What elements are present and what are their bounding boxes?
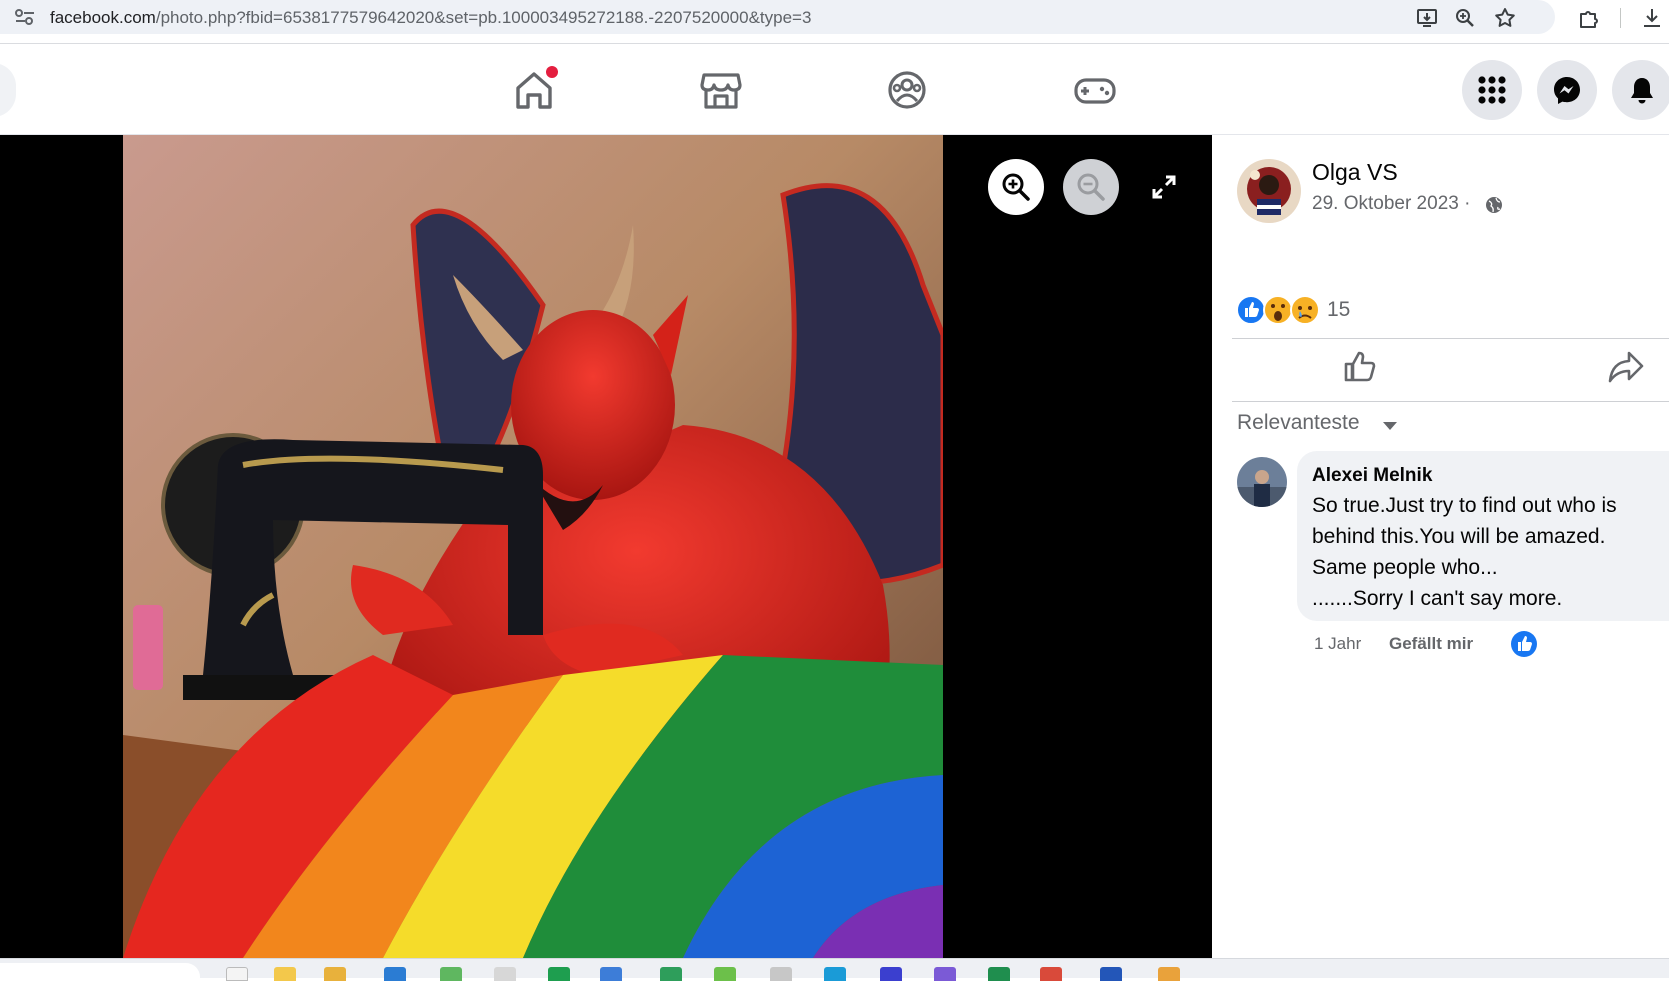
grid-menu-icon (1478, 76, 1506, 104)
comment-text: So true.Just try to find out who is behi… (1312, 490, 1657, 614)
reaction-count[interactable]: 15 (1327, 298, 1350, 322)
install-app-icon[interactable] (1415, 6, 1439, 30)
bell-icon (1631, 78, 1653, 104)
zoom-icon[interactable] (1453, 6, 1477, 30)
taskbar-app-icon[interactable] (600, 967, 622, 981)
taskbar-app-icon[interactable] (660, 967, 682, 981)
taskbar-app-icon[interactable] (988, 967, 1010, 981)
reaction-icons[interactable] (1234, 293, 1324, 327)
commenter-avatar[interactable] (1237, 457, 1287, 507)
divider (1232, 338, 1669, 339)
marketplace-tab-icon[interactable] (696, 65, 746, 115)
caret-down-icon[interactable] (1382, 420, 1398, 432)
taskbar-app-icon[interactable] (1100, 967, 1122, 981)
taskbar-app-icon[interactable] (714, 967, 736, 981)
taskbar-app-icon[interactable] (494, 967, 516, 981)
comment-line: behind this.You will be amazed. (1312, 525, 1606, 548)
post-author-name[interactable]: Olga VS (1312, 159, 1398, 186)
gaming-tab-icon[interactable] (1070, 65, 1120, 115)
facebook-top-nav (0, 45, 1669, 135)
taskbar-app-icon[interactable] (384, 967, 406, 981)
omnibox[interactable]: facebook.com/photo.php?fbid=653817757964… (0, 0, 1555, 34)
author-avatar[interactable] (1237, 159, 1301, 223)
taskbar-app-icon[interactable] (548, 967, 570, 981)
search-field-edge[interactable] (0, 63, 16, 117)
share-action-icon[interactable] (1607, 349, 1645, 385)
bookmark-star-icon[interactable] (1493, 6, 1517, 30)
download-icon[interactable] (1640, 6, 1664, 30)
url-text[interactable]: facebook.com/photo.php?fbid=653817757964… (50, 8, 811, 28)
taskbar-app-icon[interactable] (824, 967, 846, 981)
public-globe-icon (1486, 197, 1502, 213)
taskbar-app-icon[interactable] (770, 967, 792, 981)
folder-icon[interactable] (324, 967, 346, 981)
comment-line: So true.Just try to find out who is (1312, 494, 1617, 517)
post-date[interactable]: 29. Oktober 2023 · (1312, 193, 1470, 215)
like-reaction-icon[interactable] (1509, 629, 1539, 659)
taskbar-app-icon[interactable] (880, 967, 902, 981)
comment-line: .......Sorry I can't say more. (1312, 587, 1563, 610)
os-taskbar (0, 958, 1669, 981)
zoom-in-icon (1002, 173, 1030, 201)
zoom-out-button[interactable] (1063, 159, 1119, 215)
zoom-in-button[interactable] (988, 159, 1044, 215)
like-action-icon[interactable] (1342, 349, 1378, 385)
comment-timestamp[interactable]: 1 Jahr (1314, 634, 1361, 654)
site-settings-icon[interactable] (14, 8, 36, 26)
taskbar-app-icon[interactable] (440, 967, 462, 981)
toolbar-separator (1620, 8, 1621, 28)
extensions-icon[interactable] (1577, 6, 1601, 30)
post-details-panel: Olga VS 29. Oktober 2023 · 15 Relevantes… (1212, 135, 1669, 958)
photo-viewer (0, 135, 1212, 958)
messenger-button[interactable] (1537, 60, 1597, 120)
taskbar-app-icon[interactable] (1040, 967, 1062, 981)
painting-image (123, 135, 943, 958)
menu-button[interactable] (1462, 60, 1522, 120)
comment-sort-dropdown[interactable]: Relevanteste (1237, 411, 1360, 435)
fullscreen-icon[interactable] (1150, 173, 1178, 201)
zoom-out-icon (1077, 173, 1105, 201)
taskbar-search[interactable] (0, 963, 200, 979)
post-photo[interactable] (123, 135, 943, 958)
browser-address-bar: facebook.com/photo.php?fbid=653817757964… (0, 0, 1669, 44)
taskbar-app-icon[interactable] (274, 967, 296, 981)
groups-tab-icon[interactable] (882, 65, 932, 115)
comment-author[interactable]: Alexei Melnik (1312, 465, 1432, 487)
taskbar-app-icon[interactable] (1158, 967, 1180, 981)
messenger-icon (1554, 77, 1580, 104)
taskbar-app-icon[interactable] (226, 967, 248, 981)
comment-line: Same people who... (1312, 556, 1498, 579)
home-notification-dot (546, 66, 558, 78)
comment-like-button[interactable]: Gefällt mir (1389, 634, 1473, 654)
notifications-button[interactable] (1612, 60, 1669, 120)
taskbar-app-icon[interactable] (934, 967, 956, 981)
divider (1232, 401, 1669, 402)
